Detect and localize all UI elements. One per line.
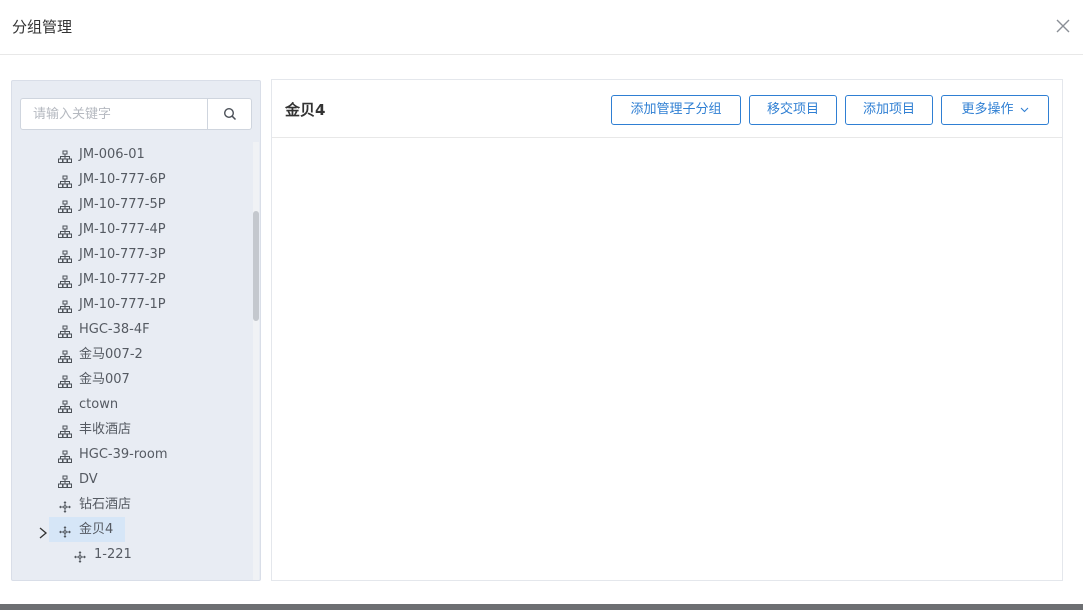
org-chart-icon (58, 148, 72, 163)
tree-node[interactable]: 金贝4 (12, 517, 252, 542)
org-chart-icon (58, 448, 72, 463)
group-title: 金贝4 (285, 101, 326, 119)
tree-node-label: 金贝4 (79, 522, 114, 537)
chevron-down-icon (1020, 107, 1028, 112)
tree-node[interactable]: JM-006-01 (12, 142, 252, 167)
org-chart-icon (58, 373, 72, 388)
tree-scrollbar[interactable] (253, 142, 259, 580)
tree-node-label: HGC-39-room (79, 447, 168, 462)
tree-node[interactable]: 金马007-2 (12, 342, 252, 367)
group-tree: JM-006-01 JM-10-777-6P JM-10-777-5P JM-10-7… (12, 142, 260, 580)
tree-scrollbar-thumb[interactable] (253, 211, 259, 321)
tree-node-label: JM-10-777-6P (79, 172, 166, 187)
org-chart-icon (58, 298, 72, 313)
org-chart-icon (58, 173, 72, 188)
tree-node-label: 1-221 (94, 547, 132, 562)
tree-node[interactable]: JM-10-777-2P (12, 267, 252, 292)
tree-search-box (20, 98, 252, 130)
chevron-right-icon[interactable] (37, 523, 49, 539)
tree-node-label: JM-10-777-3P (79, 247, 166, 262)
move-arrows-icon (73, 548, 87, 563)
background-page-strip (0, 604, 1083, 610)
tree-node[interactable]: JM-10-777-1P (12, 292, 252, 317)
tree-node[interactable]: JM-10-777-3P (12, 242, 252, 267)
close-icon[interactable] (1055, 18, 1071, 34)
org-chart-icon (58, 348, 72, 363)
org-chart-icon (58, 473, 72, 488)
group-tree-panel: JM-006-01 JM-10-777-6P JM-10-777-5P JM-10-7… (11, 80, 261, 581)
group-management-dialog: 分组管理 JM-006-01JM-10-777-6PJM-10-777-5PJM… (0, 0, 1083, 604)
group-detail-panel: 金贝4 添加管理子分组 移交项目 添加项目 更多操作 (271, 79, 1063, 581)
tree-node-label: 金马007 (79, 372, 130, 387)
tree-node-label: ctown (79, 397, 119, 412)
tree-node-label: JM-10-777-2P (79, 272, 166, 287)
tree-node-label: 金马007-2 (79, 347, 143, 362)
add-project-button[interactable]: 添加项目 (845, 95, 933, 125)
org-chart-icon (58, 323, 72, 338)
detail-header: 金贝4 添加管理子分组 移交项目 添加项目 更多操作 (272, 80, 1062, 138)
move-arrows-icon (58, 523, 72, 538)
org-chart-icon (58, 423, 72, 438)
tree-node[interactable]: JM-10-777-4P (12, 217, 252, 242)
org-chart-icon (58, 198, 72, 213)
tree-node[interactable]: 丰收酒店 (12, 417, 252, 442)
search-input[interactable] (21, 99, 208, 129)
search-icon (223, 107, 236, 121)
tree-node[interactable]: JM-10-777-6P (12, 167, 252, 192)
tree-node[interactable]: 1-221 (12, 542, 252, 567)
dialog-title: 分组管理 (12, 18, 73, 36)
tree-node-label: HGC-38-4F (79, 322, 150, 337)
tree-node[interactable]: HGC-39-room (12, 442, 252, 467)
org-chart-icon (58, 248, 72, 263)
more-actions-dropdown[interactable]: 更多操作 (941, 95, 1049, 125)
dialog-header: 分组管理 (0, 0, 1083, 55)
tree-node[interactable]: JM-10-777-5P (12, 192, 252, 217)
transfer-project-button[interactable]: 移交项目 (749, 95, 837, 125)
tree-node-label: 钻石酒店 (79, 497, 132, 512)
tree-node[interactable]: HGC-38-4F (12, 317, 252, 342)
move-arrows-icon (58, 498, 72, 513)
tree-node-label: JM-10-777-1P (79, 297, 166, 312)
tree-node-label: JM-10-777-4P (79, 222, 166, 237)
tree-node[interactable]: 金马007 (12, 367, 252, 392)
search-button[interactable] (207, 99, 251, 129)
tree-node[interactable]: ctown (12, 392, 252, 417)
add-sub-group-button[interactable]: 添加管理子分组 (611, 95, 741, 125)
more-actions-label: 更多操作 (961, 102, 1014, 117)
org-chart-icon (58, 273, 72, 288)
tree-node[interactable]: DV (12, 467, 252, 492)
org-chart-icon (58, 223, 72, 238)
tree-node-label: 丰收酒店 (79, 422, 132, 437)
tree-node-label: JM-10-777-5P (79, 197, 166, 212)
org-chart-icon (58, 398, 72, 413)
tree-node[interactable]: 钻石酒店 (12, 492, 252, 517)
tree-node-label: DV (79, 472, 98, 487)
tree-node-label: JM-006-01 (79, 147, 145, 162)
